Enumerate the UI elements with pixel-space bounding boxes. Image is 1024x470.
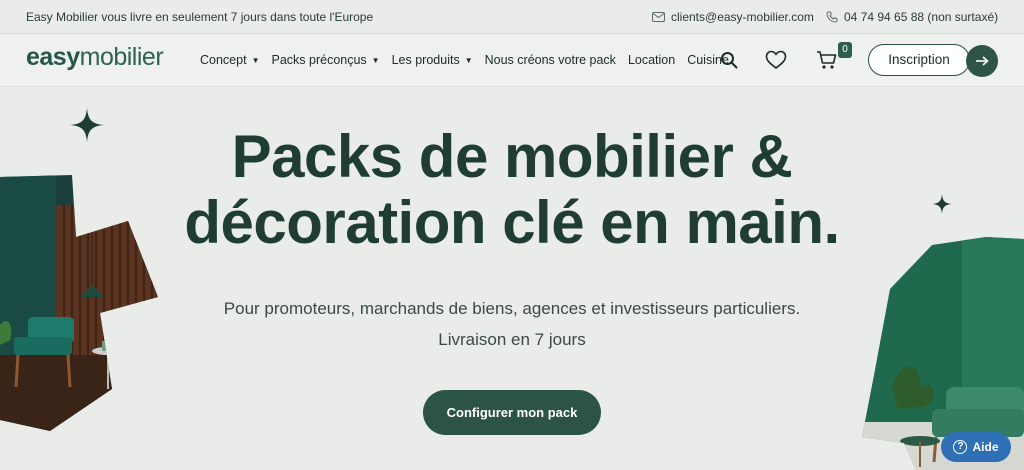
inscription-button[interactable]: Inscription (868, 44, 970, 76)
nav-label: Concept (200, 53, 247, 67)
help-label: Aide (972, 440, 999, 454)
email-link[interactable]: clients@easy-mobilier.com (671, 10, 814, 24)
phone-icon (826, 11, 838, 23)
phone-link[interactable]: 04 74 94 65 88 (non surtaxé) (844, 10, 998, 24)
top-info-bar: Easy Mobilier vous livre en seulement 7 … (0, 0, 1024, 34)
logo[interactable]: easymobilier (26, 43, 164, 72)
main-navigation: easymobilier Concept ▼ Packs préconçus ▼ L… (0, 35, 1024, 87)
hero-title: Packs de mobilier & décoration clé en ma… (0, 124, 1024, 256)
logo-easy: easy (26, 43, 80, 71)
nav-label: Packs préconçus (271, 53, 367, 67)
nav-item-packs[interactable]: Packs préconçus ▼ (271, 53, 379, 67)
hero-title-line2: décoration clé en main. (184, 189, 840, 256)
hero-title-line1: Packs de mobilier & (231, 123, 793, 190)
nav-item-creons[interactable]: Nous créons votre pack (485, 53, 616, 67)
nav-item-location[interactable]: Location (628, 53, 675, 67)
email-contact[interactable]: clients@easy-mobilier.com (652, 10, 814, 24)
cart-count-badge: 0 (838, 42, 852, 58)
arrow-right-icon (976, 56, 989, 66)
delivery-message: Easy Mobilier vous livre en seulement 7 … (26, 10, 374, 24)
nav-item-concept[interactable]: Concept ▼ (200, 53, 259, 67)
mail-icon (652, 12, 665, 22)
question-icon: ? (953, 440, 968, 454)
hero-subtitle-line2: Livraison en 7 jours (438, 330, 586, 349)
configure-pack-button[interactable]: Configurer mon pack (423, 390, 601, 435)
hero-subtitle: Pour promoteurs, marchands de biens, age… (0, 293, 1024, 355)
phone-contact[interactable]: 04 74 94 65 88 (non surtaxé) (826, 10, 998, 24)
help-button[interactable]: ? Aide (941, 432, 1011, 462)
nav-label: Les produits (391, 53, 460, 67)
chevron-down-icon: ▼ (371, 55, 380, 65)
cart-icon[interactable] (816, 50, 838, 70)
heart-icon[interactable] (765, 50, 787, 70)
chevron-down-icon: ▼ (464, 55, 473, 65)
nav-label: Nous créons votre pack (484, 53, 616, 67)
nav-item-produits[interactable]: Les produits ▼ (392, 53, 473, 67)
search-icon[interactable] (720, 51, 738, 69)
inscription-arrow-button[interactable] (966, 45, 998, 77)
chevron-down-icon: ▼ (251, 55, 260, 65)
hero-subtitle-line1: Pour promoteurs, marchands de biens, age… (223, 299, 801, 318)
nav-label: Location (627, 53, 676, 67)
logo-mobilier: mobilier (79, 43, 164, 71)
nav-menu: Concept ▼ Packs préconçus ▼ Les produits ▼ … (200, 53, 741, 67)
